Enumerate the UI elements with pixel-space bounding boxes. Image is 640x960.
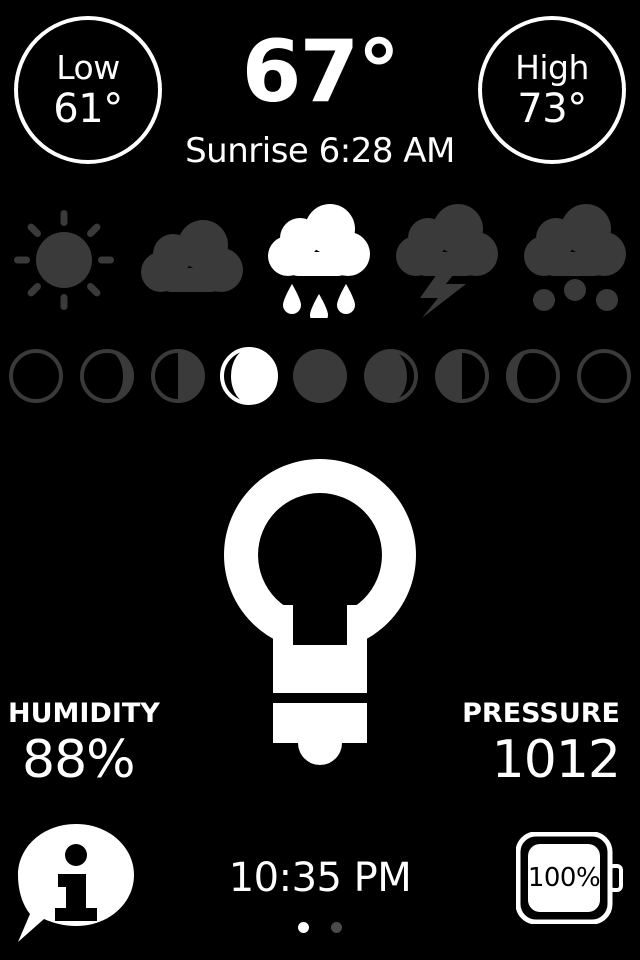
low-temperature-value: 61° bbox=[53, 85, 123, 132]
moon-cell-new[interactable] bbox=[0, 344, 71, 408]
current-temperature: 67° bbox=[241, 22, 401, 122]
moon-cell-full[interactable] bbox=[284, 344, 355, 408]
moon-waning-gibbous-icon bbox=[362, 347, 420, 405]
weather-condition-row bbox=[0, 196, 640, 324]
moon-waxing-crescent-icon bbox=[78, 347, 136, 405]
sunrise-text: Sunrise 6:28 AM bbox=[185, 131, 455, 171]
moon-cell-waning-crescent[interactable] bbox=[498, 344, 569, 408]
sun-icon bbox=[12, 208, 116, 312]
moon-cell-waning-gibbous[interactable] bbox=[356, 344, 427, 408]
low-temperature-label: Low bbox=[56, 47, 120, 87]
high-temperature-value: 73° bbox=[517, 85, 587, 132]
moon-cell-waxing-crescent[interactable] bbox=[71, 344, 142, 408]
lightbulb-icon bbox=[205, 455, 435, 775]
cloud-icon bbox=[137, 220, 247, 300]
moon-cell-waxing-gibbous[interactable] bbox=[213, 344, 284, 408]
moon-phase-row bbox=[0, 344, 640, 408]
weather-cell-snow[interactable] bbox=[512, 196, 640, 324]
snow-icon bbox=[520, 204, 632, 316]
humidity-value: 88% bbox=[22, 730, 136, 790]
moon-new-icon bbox=[7, 347, 65, 405]
moon-cell-last-quarter[interactable] bbox=[427, 344, 498, 408]
moon-last-quarter-icon bbox=[433, 347, 491, 405]
moon-first-quarter-icon bbox=[149, 347, 207, 405]
thunderstorm-icon bbox=[392, 202, 504, 318]
pressure-value: 1012 bbox=[491, 730, 621, 790]
page-dot-2[interactable] bbox=[331, 922, 342, 933]
moon-new-end-icon bbox=[575, 347, 633, 405]
page-dot-1[interactable] bbox=[298, 922, 309, 933]
weather-cell-thunderstorm[interactable] bbox=[384, 196, 512, 324]
pressure-readout: PRESSURE 1012 bbox=[404, 698, 634, 789]
humidity-label: HUMIDITY bbox=[8, 698, 160, 729]
moon-cell-new-end[interactable] bbox=[569, 344, 640, 408]
humidity-readout: HUMIDITY 88% bbox=[4, 698, 204, 789]
weather-cell-sun[interactable] bbox=[0, 196, 128, 324]
clock-time: 10:35 PM bbox=[228, 855, 412, 901]
rain-icon bbox=[264, 202, 376, 318]
weather-cell-cloud[interactable] bbox=[128, 196, 256, 324]
battery-icon bbox=[516, 832, 624, 924]
battery-indicator[interactable]: 100% bbox=[516, 832, 624, 924]
high-temperature-label: High bbox=[515, 47, 589, 87]
moon-waxing-gibbous-icon bbox=[218, 345, 280, 407]
lightbulb-toggle[interactable] bbox=[205, 455, 435, 775]
moon-full-icon bbox=[291, 347, 349, 405]
weather-cell-rain[interactable] bbox=[256, 196, 384, 324]
moon-waning-crescent-icon bbox=[504, 347, 562, 405]
pressure-label: PRESSURE bbox=[462, 698, 620, 729]
weather-dashboard-screen: Low 61° 67° High 73° Sunrise 6:28 AM HUM… bbox=[0, 0, 640, 960]
moon-cell-first-quarter[interactable] bbox=[142, 344, 213, 408]
